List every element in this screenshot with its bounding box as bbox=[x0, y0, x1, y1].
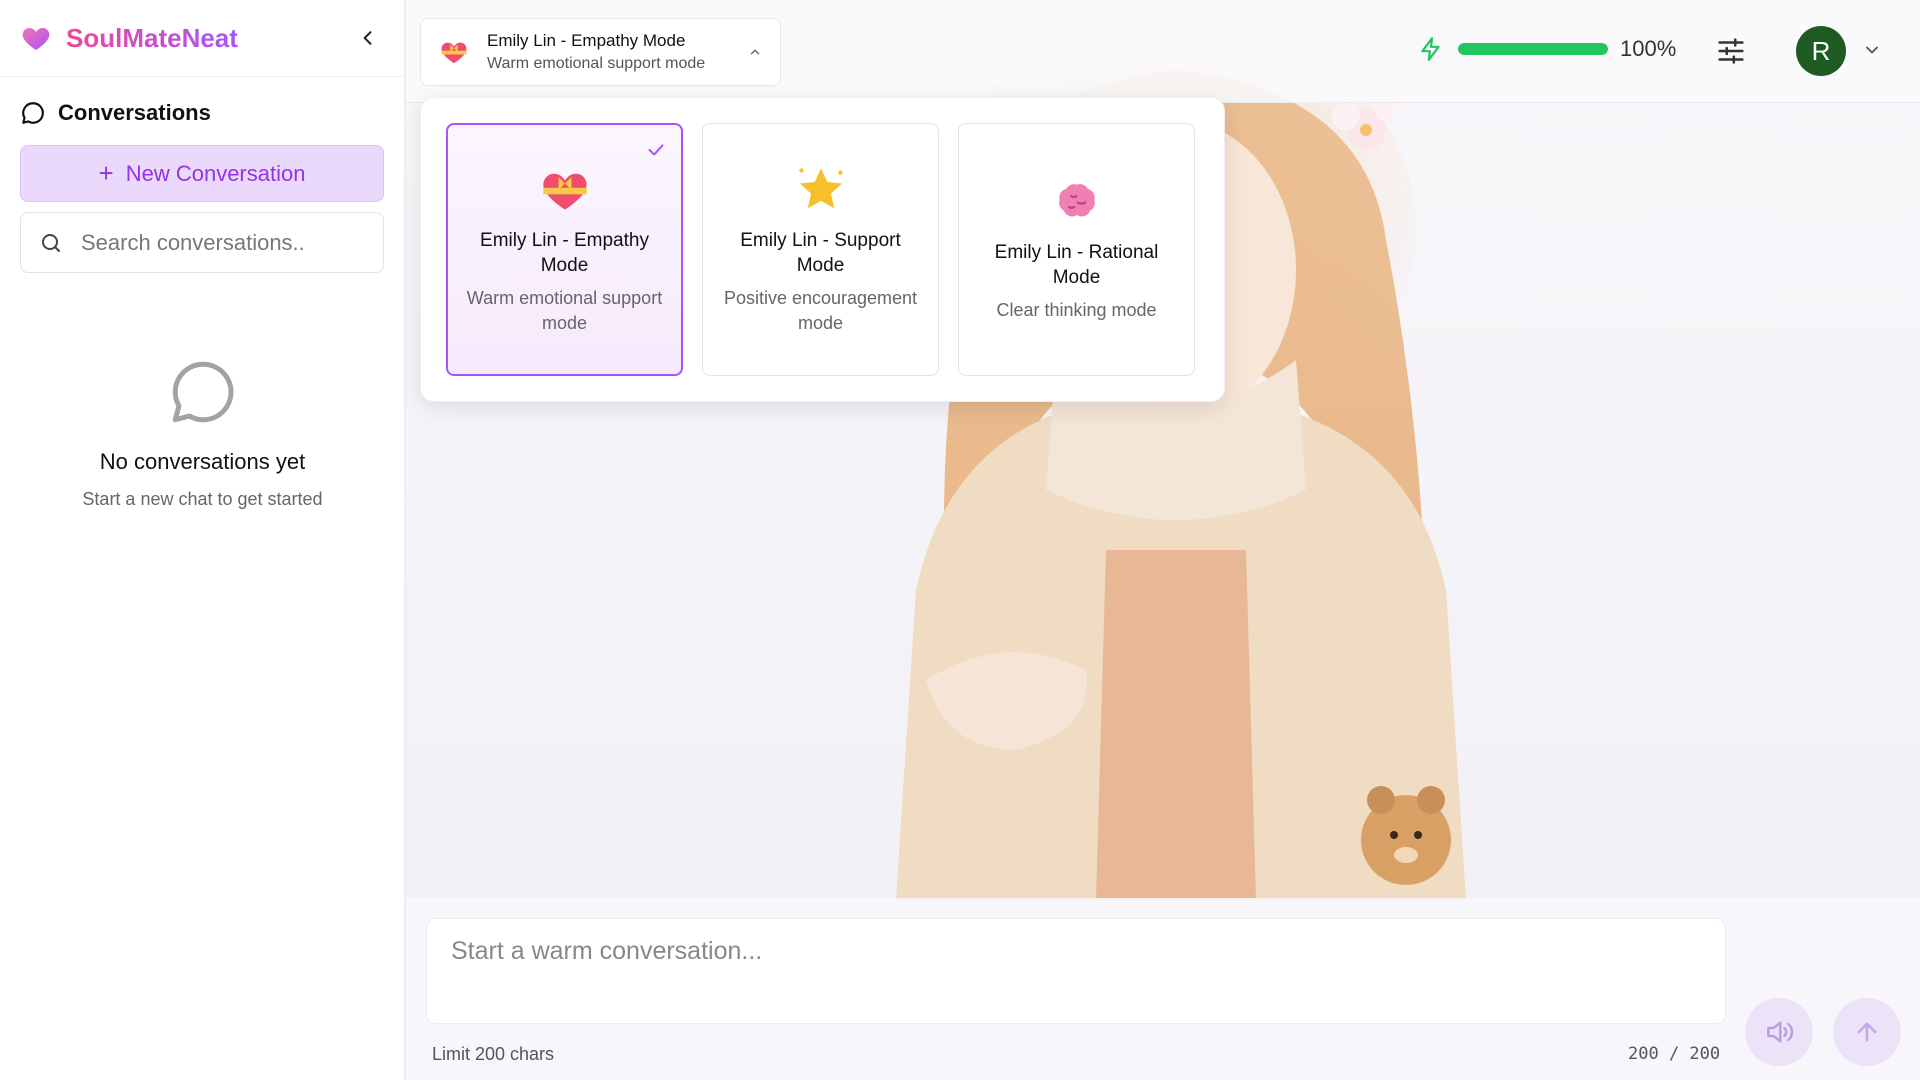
brain-icon bbox=[1058, 184, 1095, 217]
mode-name: Emily Lin - Empathy Mode bbox=[480, 229, 649, 276]
sidebar: SoulMateNeat Conversations + New Convers… bbox=[0, 0, 405, 1080]
chevron-down-icon[interactable] bbox=[1862, 40, 1882, 60]
settings-sliders-button[interactable] bbox=[1714, 34, 1748, 68]
mode-description: Clear thinking mode bbox=[996, 300, 1157, 320]
mode-selector-dropdown[interactable]: Emily Lin - Empathy Mode Warm emotional … bbox=[420, 18, 781, 86]
brand-name: SoulMateNeat bbox=[66, 22, 238, 53]
mode-description: Positive encouragement mode bbox=[723, 287, 918, 333]
new-conversation-label: New Conversation bbox=[125, 160, 306, 186]
energy-percent: 100% bbox=[1620, 36, 1677, 61]
chevron-up-icon bbox=[750, 49, 760, 55]
mode-popover: Emily Lin - Empathy Mode Warm emotional … bbox=[420, 97, 1225, 402]
send-button[interactable] bbox=[1833, 998, 1901, 1066]
glowing-star-icon bbox=[798, 167, 843, 208]
mode-card-empathy[interactable]: Emily Lin - Empathy Mode Warm emotional … bbox=[446, 123, 683, 376]
composer-area: Limit 200 chars 200 / 200 bbox=[406, 898, 1920, 1080]
collapse-sidebar-button[interactable] bbox=[352, 22, 384, 54]
heart-logo-icon bbox=[22, 28, 50, 50]
current-mode-subtitle: Warm emotional support mode bbox=[487, 55, 706, 72]
search-box bbox=[20, 212, 384, 273]
message-composer bbox=[426, 918, 1726, 1024]
empty-state: No conversations yet Start a new chat to… bbox=[0, 355, 405, 510]
user-avatar[interactable]: R bbox=[1796, 26, 1846, 76]
empty-title: No conversations yet bbox=[99, 449, 306, 474]
energy-meter: 100% bbox=[1418, 36, 1676, 62]
chevron-left-icon bbox=[363, 31, 372, 45]
new-conversation-button[interactable]: + New Conversation bbox=[20, 145, 384, 202]
brand-header: SoulMateNeat bbox=[0, 0, 404, 77]
mode-description: Warm emotional support mode bbox=[466, 287, 663, 333]
search-icon bbox=[42, 233, 60, 252]
heart-with-ribbon-icon bbox=[542, 173, 587, 209]
mode-card-rational[interactable]: Emily Lin - Rational Mode Clear thinking… bbox=[958, 123, 1195, 376]
lightning-icon bbox=[1421, 37, 1440, 61]
heart-with-ribbon-icon bbox=[441, 42, 467, 64]
energy-bar bbox=[1458, 43, 1608, 55]
main-area: Emily Lin - Empathy Mode Warm emotional … bbox=[406, 0, 1920, 1080]
conversations-label: Conversations bbox=[58, 100, 211, 125]
arrow-up-icon bbox=[1857, 1022, 1877, 1042]
voice-button[interactable] bbox=[1745, 998, 1813, 1066]
energy-bar-fill bbox=[1458, 43, 1608, 55]
sliders-icon bbox=[1718, 38, 1744, 64]
speaker-icon bbox=[1767, 1021, 1794, 1043]
check-icon bbox=[648, 144, 664, 156]
chat-bubble-icon bbox=[22, 102, 44, 124]
conversations-header: Conversations bbox=[0, 77, 404, 133]
empty-subtitle: Start a new chat to get started bbox=[82, 489, 323, 509]
mode-name: Emily Lin - Support Mode bbox=[740, 229, 901, 276]
empty-chat-bubble-icon bbox=[172, 361, 233, 423]
char-limit-label: Limit 200 chars bbox=[432, 1044, 555, 1064]
top-bar: Emily Lin - Empathy Mode Warm emotional … bbox=[406, 0, 1920, 103]
mode-name: Emily Lin - Rational Mode bbox=[994, 242, 1159, 288]
current-mode-title: Emily Lin - Empathy Mode bbox=[487, 31, 686, 50]
mode-card-support[interactable]: Emily Lin - Support Mode Positive encour… bbox=[702, 123, 939, 376]
search-input[interactable] bbox=[81, 229, 341, 256]
char-count: 200 / 200 bbox=[1628, 1044, 1721, 1064]
message-input[interactable] bbox=[427, 919, 1725, 1023]
plus-icon: + bbox=[98, 158, 114, 188]
